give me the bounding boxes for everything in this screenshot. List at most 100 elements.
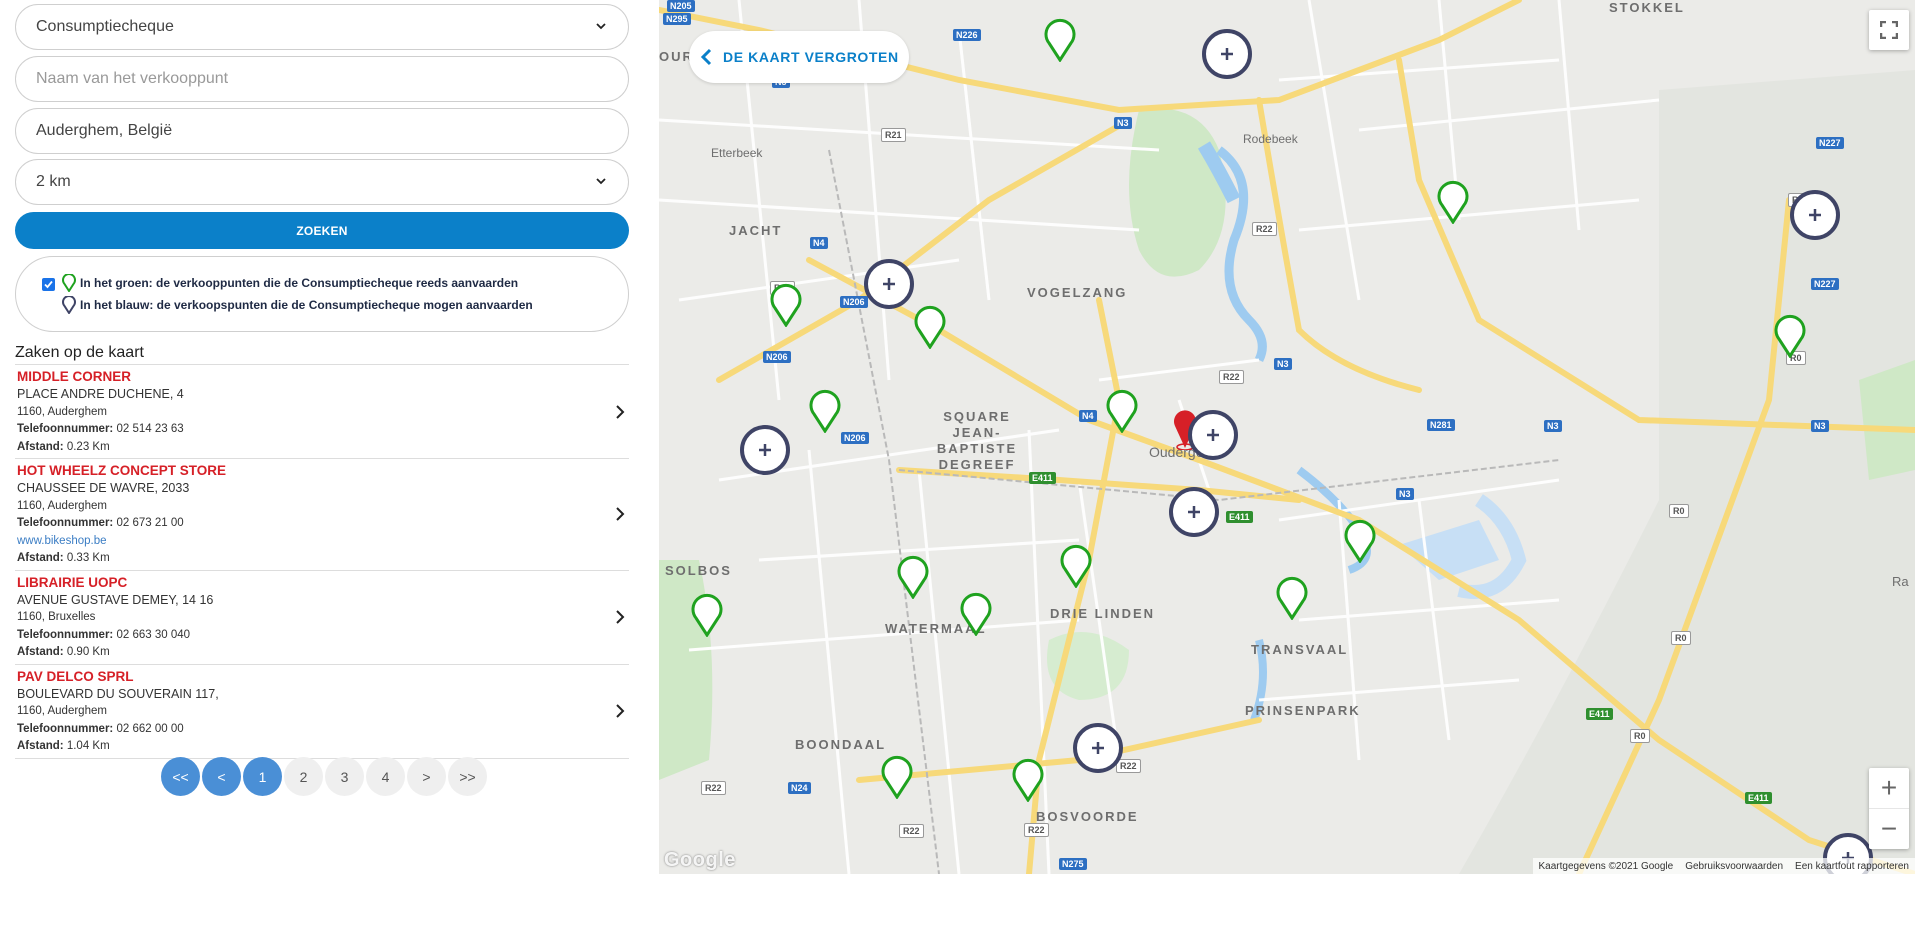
shop-website-link[interactable]: www.bikeshop.be [17, 533, 627, 551]
road-label-r21: R21 [881, 128, 906, 142]
district-label: BOONDAAL [795, 737, 887, 752]
page-button-4[interactable]: 4 [366, 757, 405, 796]
road-label-n281: N281 [1427, 419, 1455, 431]
map-attribution: Kaartgegevens ©2021 Google Gebruiksvoorw… [1532, 858, 1915, 874]
road-label-n206: N206 [841, 432, 869, 444]
zoom-out-button[interactable]: − [1869, 809, 1909, 849]
page-button-1[interactable]: 1 [243, 757, 282, 796]
fullscreen-icon [1880, 21, 1898, 39]
road-label-n275: N275 [1059, 858, 1087, 870]
chevron-right-icon[interactable] [615, 404, 625, 419]
results-list: MIDDLE CORNER PLACE ANDRE DUCHENE, 4 116… [15, 364, 629, 759]
shop-city: 1160, Auderghem [17, 405, 107, 418]
green-marker[interactable] [770, 283, 802, 327]
green-marker[interactable] [914, 305, 946, 349]
next-page-button[interactable]: > [407, 757, 446, 796]
road-label-n4: N4 [1079, 410, 1097, 422]
search-button[interactable]: ZOEKEN [15, 212, 629, 249]
green-marker[interactable] [1012, 758, 1044, 802]
chevron-right-icon[interactable] [615, 610, 625, 624]
report-error-link[interactable]: Een kaartfout rapporteren [1795, 861, 1909, 872]
shop-name-placeholder: Naam van het verkooppunt [36, 70, 229, 87]
green-marker[interactable] [809, 389, 841, 433]
road-label-n4: N4 [810, 237, 828, 249]
cluster-marker[interactable] [1789, 189, 1841, 241]
shop-distance: 0.90 Km [66, 646, 110, 658]
green-marker[interactable] [897, 555, 929, 599]
cluster-marker[interactable] [1187, 409, 1239, 461]
shop-phone: 02 662 00 00 [116, 722, 184, 735]
road-label-e411: E411 [1029, 472, 1056, 484]
map-canvas[interactable]: N3 N3 N3 N3 N3 N226 R21 R21 N4 N4 N206 N… [659, 0, 1915, 874]
green-marker[interactable] [1344, 519, 1376, 563]
green-marker[interactable] [1044, 18, 1076, 62]
page-button-3[interactable]: 3 [325, 757, 364, 796]
green-marker[interactable] [1774, 314, 1806, 358]
chevron-right-icon[interactable] [615, 507, 625, 521]
page-button-2[interactable]: 2 [284, 757, 323, 796]
terms-link[interactable]: Gebruiksvoorwaarden [1685, 861, 1783, 872]
search-panel: Consumptiecheque Naam van het verkooppun… [0, 0, 640, 937]
cluster-marker[interactable] [1201, 28, 1253, 80]
road-label-n295: N295 [663, 13, 691, 25]
prev-page-button[interactable]: < [202, 757, 241, 796]
shop-distance: 1.04 Km [66, 740, 110, 752]
green-marker[interactable] [881, 755, 913, 799]
green-marker[interactable] [960, 592, 992, 636]
road-label-n3: N3 [1274, 358, 1292, 370]
location-input[interactable]: Auderghem, België [15, 108, 629, 154]
shop-city: 1160, Auderghem [17, 499, 107, 512]
list-item[interactable]: PAV DELCO SPRL BOULEVARD DU SOUVERAIN 11… [15, 665, 629, 759]
road-label-n206: N206 [763, 351, 791, 363]
shop-city: 1160, Auderghem [17, 705, 107, 717]
district-label: STOKKEL [1609, 0, 1685, 15]
road-label-n227: N227 [1816, 137, 1844, 149]
radius-select[interactable]: 2 km [15, 159, 629, 205]
road-label-n3: N3 [1114, 117, 1132, 129]
cluster-marker[interactable] [739, 424, 791, 476]
marker-legend: In het groen: de verkooppunten die de Co… [15, 256, 629, 332]
store-locator-page: Consumptiecheque Naam van het verkooppun… [0, 0, 1920, 937]
shop-name-input[interactable]: Naam van het verkooppunt [15, 56, 629, 102]
cluster-marker[interactable] [1072, 722, 1124, 774]
chevron-right-icon[interactable] [615, 704, 625, 718]
cluster-marker[interactable] [863, 258, 915, 310]
road-label-r22: R22 [1252, 222, 1277, 236]
list-item[interactable]: LIBRAIRIE UOPC AVENUE GUSTAVE DEMEY, 14 … [15, 571, 629, 665]
zoom-in-button[interactable]: + [1869, 769, 1909, 809]
list-item[interactable]: HOT WHEELZ CONCEPT STORE CHAUSSEE DE WAV… [15, 459, 629, 571]
fullscreen-button[interactable] [1869, 10, 1909, 50]
results-title: Zaken op de kaart [15, 344, 144, 361]
road-label-r22: R22 [1024, 823, 1049, 837]
last-page-button[interactable]: >> [448, 757, 487, 796]
district-label: Ra [1892, 574, 1909, 589]
shop-city: 1160, Bruxelles [17, 611, 96, 623]
map-data-credit: Kaartgegevens ©2021 Google [1538, 860, 1674, 872]
shop-distance: 0.23 Km [66, 440, 110, 453]
green-marker[interactable] [1437, 180, 1469, 224]
road-label-n3: N3 [1544, 420, 1562, 432]
shop-phone: 02 673 21 00 [116, 517, 184, 529]
blue-pin-icon [62, 296, 76, 314]
park-area [1859, 360, 1915, 480]
road-label-n226: N226 [953, 29, 981, 41]
first-page-button[interactable]: << [161, 757, 200, 796]
road-label-r0: R0 [1630, 729, 1650, 743]
enlarge-map-button[interactable]: DE KAART VERGROTEN [689, 31, 909, 83]
green-marker[interactable] [1060, 544, 1092, 588]
shop-distance: 0.33 Km [66, 552, 110, 564]
category-select[interactable]: Consumptiecheque [15, 4, 629, 50]
cluster-marker[interactable] [1168, 486, 1220, 538]
green-marker[interactable] [1106, 389, 1138, 433]
green-marker[interactable] [1276, 576, 1308, 620]
road-label-e411: E411 [1586, 708, 1613, 720]
green-marker[interactable] [691, 593, 723, 637]
district-label: Rodebeek [1243, 132, 1298, 146]
distance-label: Afstand: [17, 440, 64, 453]
phone-label: Telefoonnummer: [17, 628, 114, 641]
show-markers-checkbox[interactable] [42, 278, 55, 291]
shop-street: BOULEVARD DU SOUVERAIN 117, [17, 686, 219, 701]
road-label-e411: E411 [1745, 792, 1772, 804]
road-label-r22: R22 [899, 824, 924, 838]
list-item[interactable]: MIDDLE CORNER PLACE ANDRE DUCHENE, 4 116… [15, 365, 629, 459]
